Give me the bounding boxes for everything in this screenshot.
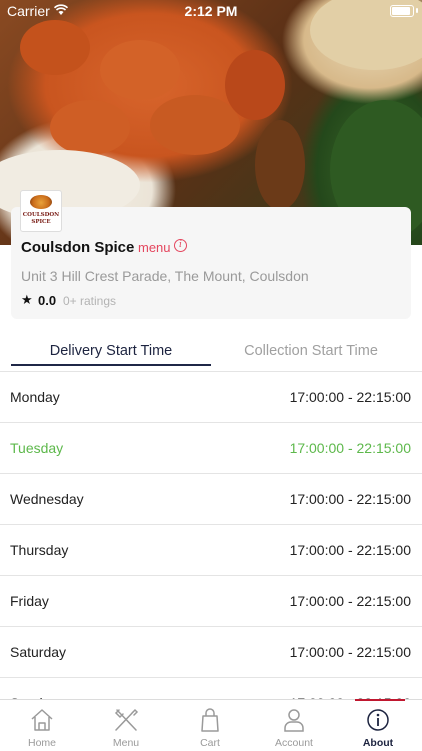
food-chunk <box>150 95 240 155</box>
ratings-count: 0+ ratings <box>63 294 117 308</box>
tab-selected-indicator <box>11 364 211 366</box>
tab-label: About <box>362 737 394 749</box>
battery-icon <box>390 5 414 17</box>
schedule-row-saturday: Saturday 17:00:00 - 22:15:00 <box>0 626 422 678</box>
tab-label: Home <box>27 737 56 749</box>
day-label: Monday <box>10 389 60 405</box>
food-chunk <box>20 20 90 75</box>
day-label: Wednesday <box>10 491 84 507</box>
star-icon: ★ <box>21 292 33 307</box>
menu-link[interactable]: menu <box>138 240 171 255</box>
fork-knife-icon <box>114 708 139 731</box>
tab-delivery-start-time[interactable]: Delivery Start Time <box>11 343 211 359</box>
day-label: Saturday <box>10 644 67 660</box>
schedule-row-thursday: Thursday 17:00:00 - 22:15:00 <box>0 524 422 576</box>
hours-label: 17:00:00 - 22:15:00 <box>289 491 411 507</box>
tab-account[interactable]: Account <box>252 700 336 751</box>
logo-text: COULSDON SPICE <box>22 212 60 225</box>
day-label: Thursday <box>10 542 69 558</box>
hours-label: 17:00:00 - 22:15:00 <box>289 593 411 609</box>
tab-about[interactable]: About <box>336 700 420 751</box>
clock: 2:12 PM <box>184 3 238 19</box>
schedule-row-tuesday: Tuesday 17:00:00 - 22:15:00 <box>0 422 422 474</box>
tab-label: Cart <box>200 737 220 749</box>
tab-active-indicator <box>355 699 405 701</box>
bowl-rim <box>255 120 305 210</box>
tab-menu[interactable]: Menu <box>84 700 168 751</box>
schedule-row-wednesday: Wednesday 17:00:00 - 22:15:00 <box>0 473 422 525</box>
tab-cart[interactable]: Cart <box>168 700 252 751</box>
logo-dish-graphic <box>30 195 52 209</box>
day-label: Friday <box>10 593 49 609</box>
day-label: Tuesday <box>10 440 64 456</box>
restaurant-name: Coulsdon Spice <box>21 239 135 256</box>
hours-label: 17:00:00 - 22:15:00 <box>289 440 411 456</box>
person-icon <box>284 709 304 732</box>
hours-label: 17:00:00 - 22:15:00 <box>289 644 411 660</box>
tab-label: Account <box>275 737 313 749</box>
restaurant-address: Unit 3 Hill Crest Parade, The Mount, Cou… <box>21 268 309 284</box>
hours-label: 17:00:00 - 22:15:00 <box>289 389 411 405</box>
hours-label: 17:00:00 - 22:15:00 <box>289 542 411 558</box>
schedule-row-monday: Monday 17:00:00 - 22:15:00 <box>0 371 422 423</box>
food-chunk <box>225 50 285 120</box>
food-chunk <box>50 100 130 155</box>
schedule-row-friday: Friday 17:00:00 - 22:15:00 <box>0 575 422 627</box>
tab-home[interactable]: Home <box>0 700 84 751</box>
food-chunk <box>100 40 180 100</box>
tab-label: Menu <box>112 737 140 749</box>
home-icon <box>31 709 53 731</box>
restaurant-logo: COULSDON SPICE <box>20 190 62 232</box>
info-icon <box>367 709 389 731</box>
bottom-tab-bar: Home Menu Cart Account About <box>0 699 422 751</box>
battery-tip <box>416 8 418 13</box>
status-bar: Carrier 2:12 PM <box>0 0 422 22</box>
tab-collection-start-time[interactable]: Collection Start Time <box>211 343 411 359</box>
shopping-bag-icon <box>201 708 219 732</box>
rating-value: 0.0 <box>38 293 57 308</box>
info-icon[interactable]: i <box>174 239 187 252</box>
